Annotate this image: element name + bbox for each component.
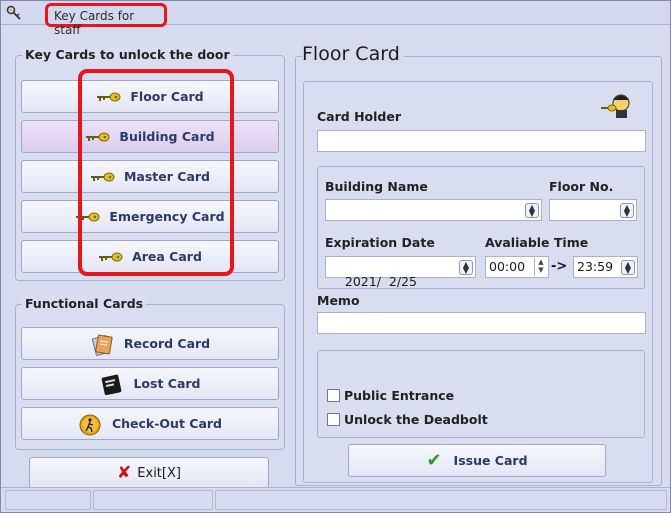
time-range-arrow: ->	[551, 259, 568, 274]
lost-card-button[interactable]: Lost Card	[21, 367, 279, 400]
area-card-label: Area Card	[132, 249, 202, 264]
expiration-date-label: Expiration Date	[325, 235, 435, 250]
check-icon: ✔	[426, 450, 442, 471]
key-icon	[90, 167, 116, 187]
master-card-button[interactable]: Master Card	[21, 160, 279, 193]
building-card-label: Building Card	[119, 129, 215, 144]
time-start-value: 00:00	[489, 259, 526, 274]
panel-title: Floor Card	[302, 43, 404, 65]
time-start-input[interactable]: 00:00 ▲ ▼	[485, 256, 549, 278]
staff-icon	[599, 91, 635, 123]
exit-button[interactable]: ✘ Exit[X]	[29, 457, 269, 489]
functional-cards-group: Functional Cards Record Card Lost Card C…	[15, 296, 285, 450]
unlock-deadbolt-checkbox[interactable]	[327, 413, 340, 426]
emergency-card-label: Emergency Card	[109, 209, 225, 224]
chevron-down-icon[interactable]: ▲ ▼	[621, 260, 635, 275]
floor-card-label: Floor Card	[130, 89, 204, 104]
status-bar	[1, 487, 670, 512]
app-window: Key Cards for staff Key Cards to unlock …	[0, 0, 671, 513]
card-holder-input[interactable]	[317, 130, 646, 152]
key-icon	[85, 127, 111, 147]
building-name-label: Building Name	[325, 179, 428, 194]
spinner-icon[interactable]: ▲ ▼	[534, 258, 547, 276]
window-title: Key Cards for staff	[45, 3, 167, 37]
chevron-down-icon[interactable]: ▲ ▼	[620, 203, 634, 218]
status-cell-1	[5, 490, 91, 510]
record-card-icon	[90, 334, 116, 356]
public-entrance-checkbox[interactable]	[327, 389, 340, 402]
issue-card-label: Issue Card	[453, 453, 528, 468]
floor-no-select[interactable]: ▲ ▼	[549, 199, 637, 221]
close-x-icon: ✘	[117, 463, 132, 483]
record-card-button[interactable]: Record Card	[21, 327, 279, 360]
floor-no-label: Floor No.	[549, 179, 614, 194]
status-cell-2	[93, 490, 213, 510]
issue-card-button[interactable]: ✔ Issue Card	[348, 444, 606, 477]
card-holder-label: Card Holder	[317, 109, 401, 124]
memo-label: Memo	[317, 293, 360, 308]
lost-card-label: Lost Card	[133, 376, 201, 391]
building-name-select[interactable]: ▲ ▼	[325, 199, 542, 221]
record-card-label: Record Card	[123, 336, 211, 351]
status-cell-3	[215, 490, 667, 510]
check-out-icon	[78, 414, 104, 435]
key-cards-group-title: Key Cards to unlock the door	[22, 47, 233, 62]
expiration-date-value: 2021/ 2/25	[344, 274, 417, 289]
time-end-value: 23:59	[577, 259, 614, 274]
title-bar: Key Cards for staff	[1, 1, 670, 37]
functional-cards-group-title: Functional Cards	[22, 296, 147, 311]
area-card-button[interactable]: Area Card	[21, 240, 279, 273]
unlock-deadbolt-label: Unlock the Deadbolt	[344, 412, 488, 427]
emergency-card-button[interactable]: Emergency Card	[21, 200, 279, 233]
available-time-label: Avaliable Time	[485, 235, 589, 250]
floor-card-button[interactable]: Floor Card	[21, 80, 279, 113]
expiration-date-picker[interactable]: 2021/ 2/25 ▲ ▼	[325, 256, 476, 289]
chevron-down-icon[interactable]: ▲ ▼	[459, 260, 473, 275]
exit-button-label: Exit[X]	[137, 465, 181, 481]
key-icon	[98, 247, 124, 267]
lost-card-icon	[99, 374, 125, 395]
key-cards-group: Key Cards to unlock the door Floor Card …	[15, 47, 285, 281]
app-icon[interactable]	[5, 4, 23, 22]
key-icon	[75, 207, 101, 227]
time-end-input[interactable]: 23:59 ▲ ▼	[573, 256, 638, 278]
master-card-label: Master Card	[123, 169, 210, 184]
key-icon	[96, 87, 122, 107]
check-out-card-button[interactable]: Check-Out Card	[21, 407, 279, 440]
check-out-card-label: Check-Out Card	[111, 416, 223, 431]
memo-input[interactable]	[317, 312, 646, 334]
building-card-button[interactable]: Building Card	[21, 120, 279, 153]
chevron-down-icon[interactable]: ▲ ▼	[525, 203, 539, 218]
public-entrance-label: Public Entrance	[344, 388, 455, 403]
